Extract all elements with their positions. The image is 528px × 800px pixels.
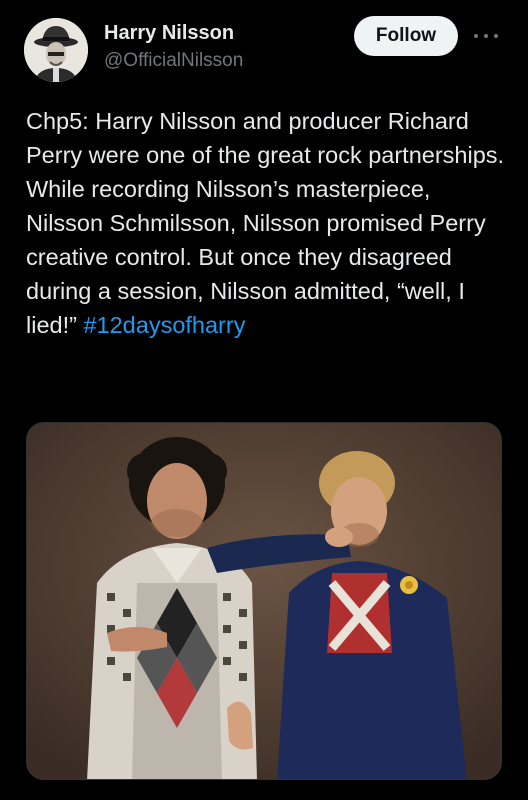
- author-display-name[interactable]: Harry Nilsson: [104, 20, 243, 46]
- tweet-text: Chp5: Harry Nilsson and producer Richard…: [26, 104, 506, 342]
- author-info: Harry Nilsson @OfficialNilsson: [104, 20, 243, 74]
- more-horizontal-icon[interactable]: [474, 27, 498, 45]
- photo-two-men-icon: [27, 423, 501, 779]
- dot: [484, 34, 488, 38]
- tweet-body: Chp5: Harry Nilsson and producer Richard…: [26, 108, 505, 338]
- author-handle[interactable]: @OfficialNilsson: [104, 48, 243, 74]
- hashtag-link[interactable]: #12daysofharry: [83, 312, 245, 338]
- follow-button[interactable]: Follow: [354, 16, 458, 56]
- tweet-photo[interactable]: [26, 422, 502, 780]
- dot: [494, 34, 498, 38]
- portrait-avatar-icon: [24, 18, 88, 82]
- tweet-card: Harry Nilsson @OfficialNilsson Follow Ch…: [0, 0, 528, 800]
- dot: [474, 34, 478, 38]
- avatar[interactable]: [24, 18, 88, 82]
